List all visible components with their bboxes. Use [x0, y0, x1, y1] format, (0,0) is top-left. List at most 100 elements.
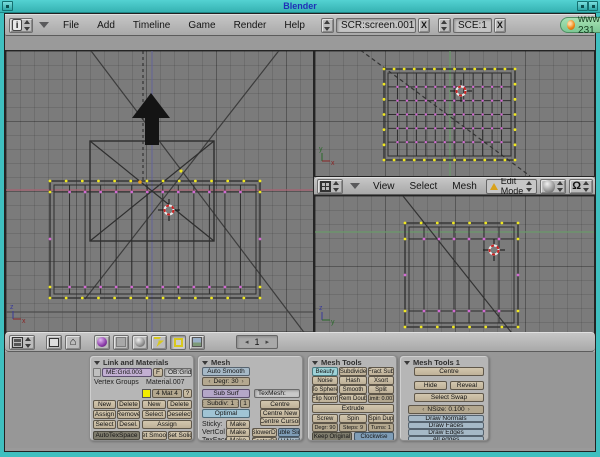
material-select-button[interactable]: Select — [142, 410, 166, 419]
panel-collapse-icon[interactable] — [202, 361, 208, 365]
nsize-field[interactable]: NSize: 0.100 — [408, 405, 484, 414]
menu-help[interactable]: Help — [276, 20, 313, 31]
vgroup-deselect-button[interactable]: Desel. — [117, 420, 140, 429]
centre-button[interactable]: Centre — [414, 367, 484, 376]
mesh-browse-button[interactable] — [93, 368, 101, 377]
menu-collapse-icon[interactable] — [350, 183, 360, 189]
material-new-button[interactable]: New — [142, 400, 166, 409]
material-help-button[interactable]: ? — [183, 389, 192, 398]
viewport-canvas-front[interactable]: zx — [5, 50, 314, 336]
material-color-swatch[interactable] — [142, 389, 151, 398]
smooth-button[interactable]: Smooth — [339, 385, 367, 394]
vgroup-new-button[interactable]: New — [93, 400, 116, 409]
scene-browse-button[interactable] — [438, 18, 451, 33]
titlebar[interactable]: Blender — [0, 0, 600, 13]
vgroup-remove-button[interactable]: Remove — [117, 410, 140, 419]
menu-timeline[interactable]: Timeline — [125, 20, 178, 31]
rem-doubles-button[interactable]: Rem Doub — [339, 394, 367, 403]
flip-normals-button[interactable]: Flip Norm — [312, 394, 338, 403]
double-sided-toggle[interactable]: Double Sided — [278, 428, 300, 437]
menu-render[interactable]: Render — [226, 20, 275, 31]
viewport-canvas-top[interactable]: yx — [314, 50, 595, 177]
screen-browse-button[interactable] — [321, 18, 334, 33]
degr-field[interactable]: Degr: 30 — [202, 377, 250, 386]
screen-delete-button[interactable]: X — [418, 18, 430, 33]
menu-game[interactable]: Game — [180, 20, 223, 31]
select-swap-button[interactable]: Select Swap — [414, 393, 484, 402]
steps-field[interactable]: Steps: 9 — [339, 423, 367, 432]
hide-button[interactable]: Hide — [414, 381, 447, 390]
limit-field[interactable]: Limit: 0.001 — [368, 394, 394, 403]
turns-field[interactable]: Turns: 1 — [368, 423, 394, 432]
pivot-dropdown[interactable] — [569, 179, 593, 194]
subdiv-field[interactable]: Subdiv: 1 — [202, 399, 239, 408]
set-smooth-button[interactable]: Set Smooth — [142, 431, 167, 440]
subsurf-toggle[interactable]: Sub Surf — [202, 389, 250, 398]
fract-sub-button[interactable]: Fract Sub — [368, 367, 394, 376]
slower-draw-button[interactable]: SlowerDr — [252, 428, 277, 437]
panel-collapse-icon[interactable] — [94, 361, 100, 365]
material-delete-button[interactable]: Delete — [167, 400, 192, 409]
xsort-button[interactable]: Xsort — [368, 376, 394, 385]
centre-cursor-button[interactable]: Centre Cursor — [260, 417, 300, 426]
screen-name-field[interactable]: SCR:screen.001 — [336, 18, 416, 33]
frame-counter[interactable]: 1 — [236, 335, 278, 349]
editing-context-button[interactable] — [170, 335, 186, 350]
panel-collapse-icon[interactable] — [312, 361, 318, 365]
scene-context-button[interactable] — [189, 335, 205, 350]
panel-mesh-tools-1[interactable]: Mesh Tools 1 Centre Hide Reveal Select S… — [399, 355, 489, 441]
spin-button[interactable]: Spin — [339, 414, 367, 423]
material-deselect-button[interactable]: Deselect — [167, 410, 192, 419]
hash-button[interactable]: Hash — [339, 376, 367, 385]
view-menu[interactable]: View — [367, 181, 401, 192]
degr90-field[interactable]: Degr: 90 — [312, 423, 338, 432]
object-context-button[interactable] — [151, 335, 167, 350]
window-type-button[interactable] — [9, 18, 33, 33]
material-assign-button[interactable]: Assign — [142, 420, 192, 429]
shading-context-button[interactable] — [132, 335, 148, 350]
viewport-canvas-side[interactable]: zy — [314, 195, 595, 336]
faster-draw-button[interactable]: FasterDr — [252, 437, 277, 441]
centre-button[interactable]: Centre — [260, 400, 300, 409]
reveal-button[interactable]: Reveal — [450, 381, 484, 390]
to-sphere-button[interactable]: To Sphere — [312, 385, 338, 394]
mesh-name-field[interactable]: ME:Grid.003 — [102, 368, 152, 377]
close-window-button[interactable] — [588, 1, 598, 11]
scene-name-field[interactable]: SCE:1 — [453, 18, 492, 33]
keep-original-toggle[interactable]: Keep Original — [312, 432, 352, 441]
no-vnormal-flip-toggle[interactable]: No V.Normal — [278, 437, 300, 441]
clockwise-toggle[interactable]: Clockwise — [354, 432, 394, 441]
window-type-button[interactable] — [9, 335, 35, 350]
panel-mesh-tools[interactable]: Mesh Tools Beauty Subdivide Fract Sub No… — [307, 355, 397, 441]
texface-make-button[interactable]: Make — [226, 436, 250, 441]
menu-collapse-icon[interactable] — [39, 22, 49, 28]
draw-normals-toggle[interactable]: Draw Normals — [408, 415, 484, 422]
menu-file[interactable]: File — [55, 20, 87, 31]
mesh-menu[interactable]: Mesh — [446, 181, 482, 192]
draw-edges-toggle[interactable]: Draw Edges — [408, 429, 484, 436]
panel-mesh[interactable]: Mesh Auto Smooth Degr: 30 Sub Surf Subdi… — [197, 355, 303, 441]
viewport-type-button[interactable] — [317, 179, 343, 194]
vgroup-select-button[interactable]: Select — [93, 420, 116, 429]
vgroup-assign-button[interactable]: Assign — [93, 410, 116, 419]
material-index-stepper[interactable]: 4 Mat 4 — [152, 389, 182, 398]
autotexspace-toggle[interactable]: AutoTexSpace — [93, 431, 140, 440]
draw-mode-dropdown[interactable] — [540, 179, 566, 194]
draw-faces-toggle[interactable]: Draw Faces — [408, 422, 484, 429]
minimize-button[interactable] — [577, 1, 588, 11]
home-button[interactable] — [65, 335, 81, 350]
panel-link-and-materials[interactable]: Link and Materials ME:Grid.003 F OB:Grid… — [89, 355, 194, 441]
panel-align-button[interactable] — [46, 335, 62, 350]
menu-add[interactable]: Add — [89, 20, 123, 31]
script-context-button[interactable] — [113, 335, 129, 350]
noise-button[interactable]: Noise — [312, 376, 338, 385]
texmesh-field[interactable]: TexMesh: — [254, 389, 300, 398]
beauty-toggle[interactable]: Beauty — [312, 367, 338, 376]
screw-button[interactable]: Screw — [312, 414, 338, 423]
extrude-button[interactable]: Extrude — [312, 404, 394, 413]
fake-user-button[interactable]: F — [153, 368, 163, 377]
optimal-toggle[interactable]: Optimal — [202, 409, 250, 418]
scene-delete-button[interactable]: X — [494, 18, 506, 33]
select-menu[interactable]: Select — [404, 181, 444, 192]
mode-dropdown[interactable]: Edit Mode — [486, 179, 538, 194]
